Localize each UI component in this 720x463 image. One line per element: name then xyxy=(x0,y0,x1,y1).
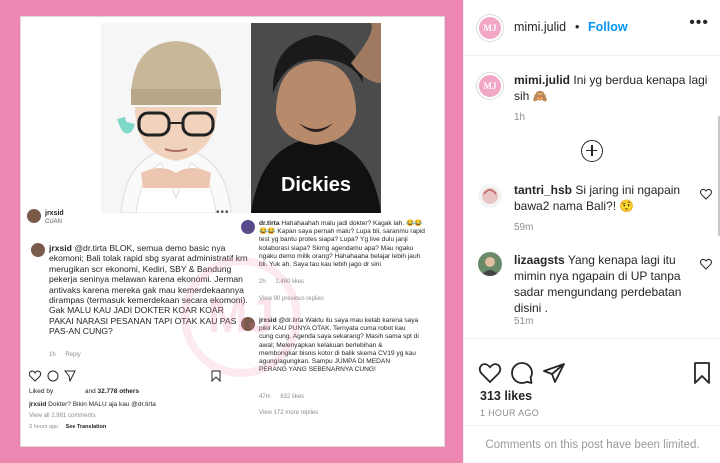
post-time: 3 hours ago xyxy=(29,424,59,430)
view-all-comments: View all 2.981 comments xyxy=(29,413,96,419)
reply2-time: 47m xyxy=(259,394,271,400)
avatar-logo-text: MJ xyxy=(479,17,501,39)
screenshot-content: Dickies jrxsid CUAN ••• jrxsid @dr.tirta… xyxy=(20,16,445,447)
load-more-comments-icon[interactable] xyxy=(581,140,603,162)
comment-avatar-lizaagsts[interactable] xyxy=(478,252,502,276)
header-separator: • xyxy=(575,20,580,34)
big-comment-user: jrxsid xyxy=(49,243,72,253)
comments-limited-notice: Comments on this post have been limited. xyxy=(464,425,720,463)
like-comment-heart-icon[interactable] xyxy=(700,258,712,270)
comments-list: MJ mimi.julid Ini yg berdua kenapa lagi … xyxy=(464,56,720,338)
big-comment-meta: 1h Reply xyxy=(49,352,89,358)
comment-avatar-tantri[interactable] xyxy=(478,184,502,208)
caption-user: jrxsid xyxy=(29,401,47,408)
comment-user[interactable]: lizaagsts xyxy=(514,253,565,267)
likes-count[interactable]: 313 likes xyxy=(480,389,532,403)
liked-by-and: and xyxy=(84,388,96,395)
bookmark-icon[interactable] xyxy=(690,361,714,385)
comment-time: 1h xyxy=(514,112,526,123)
account-subtitle: CUAN xyxy=(45,219,63,225)
reply2-likes: 632 likes xyxy=(280,394,305,400)
reply2-view-more: View 172 more replies xyxy=(259,410,319,416)
header-avatar[interactable]: MJ xyxy=(476,14,504,42)
more-dots-icon: ••• xyxy=(216,207,230,218)
reply1-user: dr.tirta xyxy=(259,220,280,227)
post-actions: 313 likes 1 HOUR AGO Comments on this po… xyxy=(464,338,720,463)
follow-button[interactable]: Follow xyxy=(588,20,628,34)
post-header: MJ mimi.julid • Follow ••• xyxy=(464,0,720,56)
photo-man-dickies: Dickies xyxy=(251,23,381,213)
watermark-logo: MJ xyxy=(181,257,301,377)
comment-time: 59m xyxy=(514,222,534,233)
comment-avatar-mimi[interactable]: MJ xyxy=(476,72,504,100)
big-comment-time: 1h xyxy=(49,352,56,358)
liked-by-count: 32.778 others xyxy=(97,388,140,395)
more-horizontal-icon[interactable]: ••• xyxy=(689,14,709,32)
account-name: jrxsid xyxy=(45,210,64,217)
comment-avatar xyxy=(31,243,45,257)
comment-item: lizaagsts Yang kenapa lagi itu mimin nya… xyxy=(514,252,694,316)
share-plane-icon[interactable] xyxy=(542,361,566,385)
liked-by-row: Liked by and 32.778 others xyxy=(29,388,139,395)
comment-user[interactable]: mimi.julid xyxy=(514,73,570,87)
post-age: 1 HOUR AGO xyxy=(480,408,540,418)
comment-time: 51m xyxy=(514,316,534,327)
post-sidebar: MJ mimi.julid • Follow ••• MJ mimi.julid… xyxy=(463,0,720,463)
like-heart-icon[interactable] xyxy=(478,361,502,385)
comment-user[interactable]: tantri_hsb xyxy=(514,183,572,197)
like-comment-heart-icon[interactable] xyxy=(700,188,712,200)
jrxsid-avatar xyxy=(27,209,41,223)
see-translation: See Translation xyxy=(65,424,107,430)
bookmark-icon-small xyxy=(211,370,221,382)
liked-by-prefix: Liked by xyxy=(29,388,54,395)
header-username[interactable]: mimi.julid xyxy=(514,20,566,34)
caption-row: jrxsid Dokter? Bikin MALU aja kau @dr.ti… xyxy=(29,401,156,408)
comment-bubble-icon[interactable] xyxy=(510,361,534,385)
photo-man-beanie xyxy=(101,23,251,213)
caption-text: Dokter? Bikin MALU aja kau @dr.tirta xyxy=(48,401,156,408)
big-comment-reply: Reply xyxy=(65,352,81,358)
action-icons-small xyxy=(29,370,76,382)
post-time-row: 3 hours ago See Translation xyxy=(29,424,106,430)
reply1: dr.tirta Hahahaahah malu jadi dokter? Ka… xyxy=(259,220,429,269)
post-image[interactable]: Dickies jrxsid CUAN ••• jrxsid @dr.tirta… xyxy=(0,0,463,463)
reply2-meta: 47m 632 likes xyxy=(259,394,312,400)
drtirta-avatar xyxy=(241,220,255,234)
caption-comment: mimi.julid Ini yg berdua kenapa lagi sih… xyxy=(514,72,709,104)
reply1-text: Hahahaahah malu jadi dokter? Kagak lah. … xyxy=(259,220,425,269)
svg-text:Dickies: Dickies xyxy=(281,174,351,196)
comment-item: tantri_hsb Si jaring ini ngapain bawa2 n… xyxy=(514,182,694,214)
